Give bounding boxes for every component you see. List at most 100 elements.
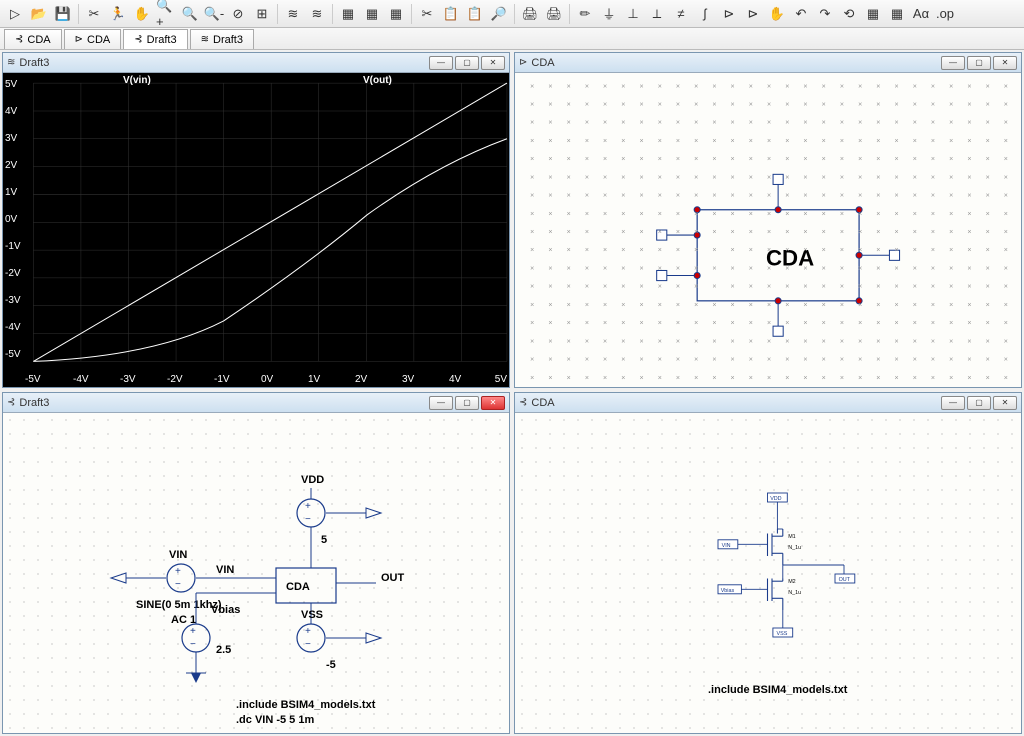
svg-text:×: × [658, 319, 662, 327]
tool-ground-icon[interactable]: ⏚ [598, 3, 620, 25]
spice-directive[interactable]: .include BSIM4_models.txt [708, 684, 848, 696]
spice-directive[interactable]: .dc VIN -5 5 1m [236, 714, 314, 726]
maximize-button[interactable]: ▢ [967, 56, 991, 70]
maximize-button[interactable]: ▢ [455, 56, 479, 70]
svg-text:×: × [694, 137, 698, 145]
svg-text:+: + [305, 501, 311, 512]
tool-text-icon[interactable]: Aα [910, 3, 932, 25]
svg-text:×: × [658, 374, 662, 382]
svg-text:×: × [749, 264, 753, 272]
vin-source[interactable] [167, 564, 195, 592]
minimize-button[interactable]: — [429, 396, 453, 410]
tool-save-icon[interactable]: 💾 [52, 3, 74, 25]
svg-text:×: × [858, 82, 862, 90]
svg-text:×: × [731, 283, 735, 291]
tool-undo-icon[interactable]: ↶ [790, 3, 812, 25]
tool-run-icon[interactable]: ▷ [4, 3, 26, 25]
tool-mirror-icon[interactable]: ▦ [862, 3, 884, 25]
tool-cap-icon[interactable]: ≠ [670, 3, 692, 25]
svg-text:×: × [731, 228, 735, 236]
tab-label: Draft3 [147, 34, 177, 46]
vss-source[interactable] [297, 624, 325, 652]
svg-text:×: × [931, 319, 935, 327]
close-button[interactable]: ✕ [481, 56, 505, 70]
tab-cda-sch[interactable]: ⊳CDA [64, 29, 122, 49]
tool-zoom-in-icon[interactable]: 🔍+ [155, 3, 177, 25]
minimize-button[interactable]: — [941, 396, 965, 410]
svg-text:×: × [931, 173, 935, 181]
minimize-button[interactable]: — [429, 56, 453, 70]
tool-copy-icon[interactable]: 📋 [440, 3, 462, 25]
tool-tile1-icon[interactable]: ▦ [337, 3, 359, 25]
svg-text:×: × [803, 119, 807, 127]
close-button[interactable]: ✕ [993, 396, 1017, 410]
tool-tile2-icon[interactable]: ▦ [361, 3, 383, 25]
vin-port-icon[interactable] [111, 573, 126, 583]
close-button[interactable]: ✕ [993, 56, 1017, 70]
tool-component-icon[interactable]: ⊳ [742, 3, 764, 25]
tool-simulate-icon[interactable]: 🏃 [107, 3, 129, 25]
tool-zoom-icon[interactable]: 🔍 [179, 3, 201, 25]
tool-find-icon[interactable]: 🔎 [488, 3, 510, 25]
svg-text:×: × [840, 173, 844, 181]
tool-draw-icon[interactable]: ✏ [574, 3, 596, 25]
tool-gnd2-icon[interactable]: ⊥ [622, 3, 644, 25]
tool-cut-icon[interactable]: ✂ [83, 3, 105, 25]
spice-directive[interactable]: .include BSIM4_models.txt [236, 699, 376, 711]
tool-plot2-icon[interactable]: ≋ [306, 3, 328, 25]
tool-redo-icon[interactable]: ↷ [814, 3, 836, 25]
svg-text:×: × [876, 192, 880, 200]
waveform-icon: ≋ [7, 57, 15, 68]
svg-text:×: × [858, 192, 862, 200]
svg-text:×: × [822, 374, 826, 382]
svg-text:×: × [639, 192, 643, 200]
svg-text:×: × [712, 356, 716, 364]
tool-spice-icon[interactable]: .op [934, 3, 956, 25]
mosfet-m2[interactable] [768, 579, 783, 611]
tool-print2-icon[interactable]: 🖨 [543, 3, 565, 25]
vbias-source[interactable] [182, 624, 210, 652]
tool-resistor-icon[interactable]: ⟂ [646, 3, 668, 25]
tool-print-icon[interactable]: 🖨 [519, 3, 541, 25]
tool-tile3-icon[interactable]: ▦ [385, 3, 407, 25]
tool-inductor-icon[interactable]: ʃ [694, 3, 716, 25]
tool-open-icon[interactable]: 📂 [28, 3, 50, 25]
tool-pan-icon[interactable]: ✋ [131, 3, 153, 25]
symbol-canvas[interactable]: CDA ××××××××××××××××××××××××××××××××××××… [515, 73, 1021, 387]
svg-text:×: × [567, 283, 571, 291]
tool-autorange-icon[interactable]: ⊞ [251, 3, 273, 25]
tool-rotate-icon[interactable]: ⟲ [838, 3, 860, 25]
tool-scissors-icon[interactable]: ✂ [416, 3, 438, 25]
tool-mirror2-icon[interactable]: ▦ [886, 3, 908, 25]
schematic-canvas[interactable]: CDA +− VDD 5 +− VSS -5 OUT [3, 413, 509, 733]
tool-zoom-fit-icon[interactable]: ⊘ [227, 3, 249, 25]
tab-cda-sym[interactable]: ⊰CDA [4, 29, 62, 49]
maximize-button[interactable]: ▢ [455, 396, 479, 410]
svg-text:×: × [621, 337, 625, 345]
vdd-source[interactable] [297, 499, 325, 527]
svg-text:×: × [731, 337, 735, 345]
svg-text:×: × [931, 210, 935, 218]
mosfet-m1[interactable] [768, 529, 783, 565]
svg-text:×: × [712, 246, 716, 254]
tool-paste-icon[interactable]: 📋 [464, 3, 486, 25]
svg-text:×: × [567, 192, 571, 200]
minimize-button[interactable]: — [941, 56, 965, 70]
tab-draft3-plot[interactable]: ≋Draft3 [190, 29, 254, 49]
schematic-sub-canvas[interactable]: VDD M1 N_1u VIN [515, 413, 1021, 733]
vdd-port-icon[interactable] [366, 508, 381, 518]
tool-diode-icon[interactable]: ⊳ [718, 3, 740, 25]
plot-canvas[interactable]: V(vin) V(out) 5V 4V 3V 2V 1V 0V -1V -2V … [3, 73, 509, 387]
tab-draft3-sch[interactable]: ⊰Draft3 [123, 29, 187, 49]
svg-text:×: × [712, 337, 716, 345]
svg-text:×: × [749, 137, 753, 145]
vss-port-icon[interactable] [366, 633, 381, 643]
tool-move-icon[interactable]: ✋ [766, 3, 788, 25]
tool-zoom-out-icon[interactable]: 🔍- [203, 3, 225, 25]
maximize-button[interactable]: ▢ [967, 396, 991, 410]
tool-plot1-icon[interactable]: ≋ [282, 3, 304, 25]
svg-text:×: × [585, 82, 589, 90]
svg-text:×: × [949, 337, 953, 345]
close-button[interactable]: ✕ [481, 396, 505, 410]
svg-text:×: × [603, 173, 607, 181]
